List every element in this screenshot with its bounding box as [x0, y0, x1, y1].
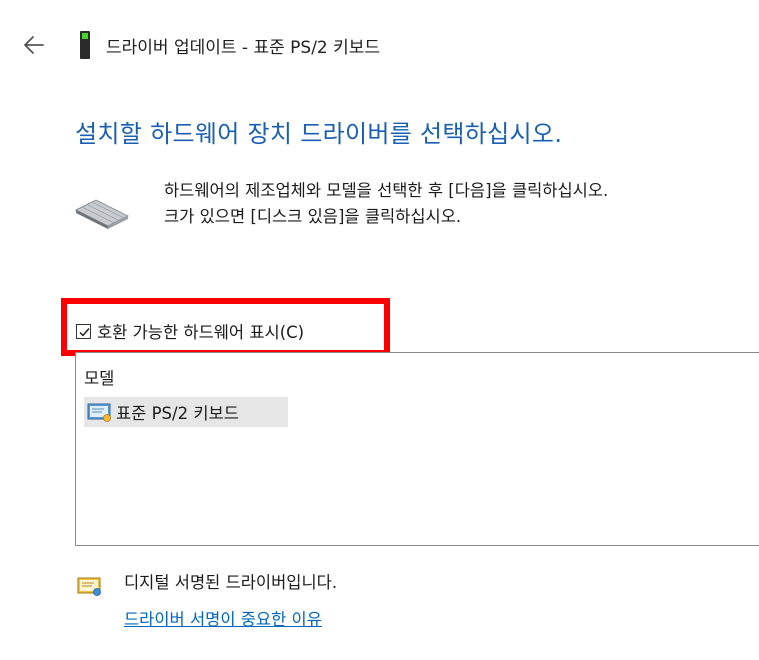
show-compatible-hardware-checkbox[interactable]: 호환 가능한 하드웨어 표시(C)	[76, 319, 304, 343]
device-icon	[78, 30, 92, 60]
signed-certificate-icon	[76, 574, 104, 598]
signed-driver-text: 디지털 서명된 드라이버입니다.	[124, 573, 338, 592]
checkmark-icon	[79, 327, 90, 337]
instruction-text: 하드웨어의 제조업체와 모델을 선택한 후 [다음]을 클릭하십시오. 크가 있…	[164, 178, 608, 230]
list-header-model: 모델	[84, 369, 115, 388]
driver-signing-link[interactable]: 드라이버 서명이 중요한 이유	[124, 606, 322, 630]
instruction-line-2: 크가 있으면 [디스크 있음]을 클릭하십시오.	[164, 207, 462, 226]
list-item[interactable]: 표준 PS/2 키보드	[84, 397, 288, 427]
instruction-line-1: 하드웨어의 제조업체와 모델을 선택한 후 [다음]을 클릭하십시오.	[164, 181, 609, 200]
model-list[interactable]: 모델 표준 PS/2 키보드	[75, 352, 759, 546]
back-arrow-icon[interactable]	[22, 34, 46, 56]
checkbox-label: 호환 가능한 하드웨어 표시(C)	[97, 323, 305, 342]
checkbox-box[interactable]	[76, 323, 91, 339]
page-heading: 설치할 하드웨어 장치 드라이버를 선택하십시오.	[75, 120, 563, 148]
list-item-label: 표준 PS/2 키보드	[116, 404, 239, 423]
window-title: 드라이버 업데이트 - 표준 PS/2 키보드	[106, 38, 381, 58]
keyboard-icon	[74, 196, 130, 232]
driver-certificate-icon	[86, 401, 114, 423]
